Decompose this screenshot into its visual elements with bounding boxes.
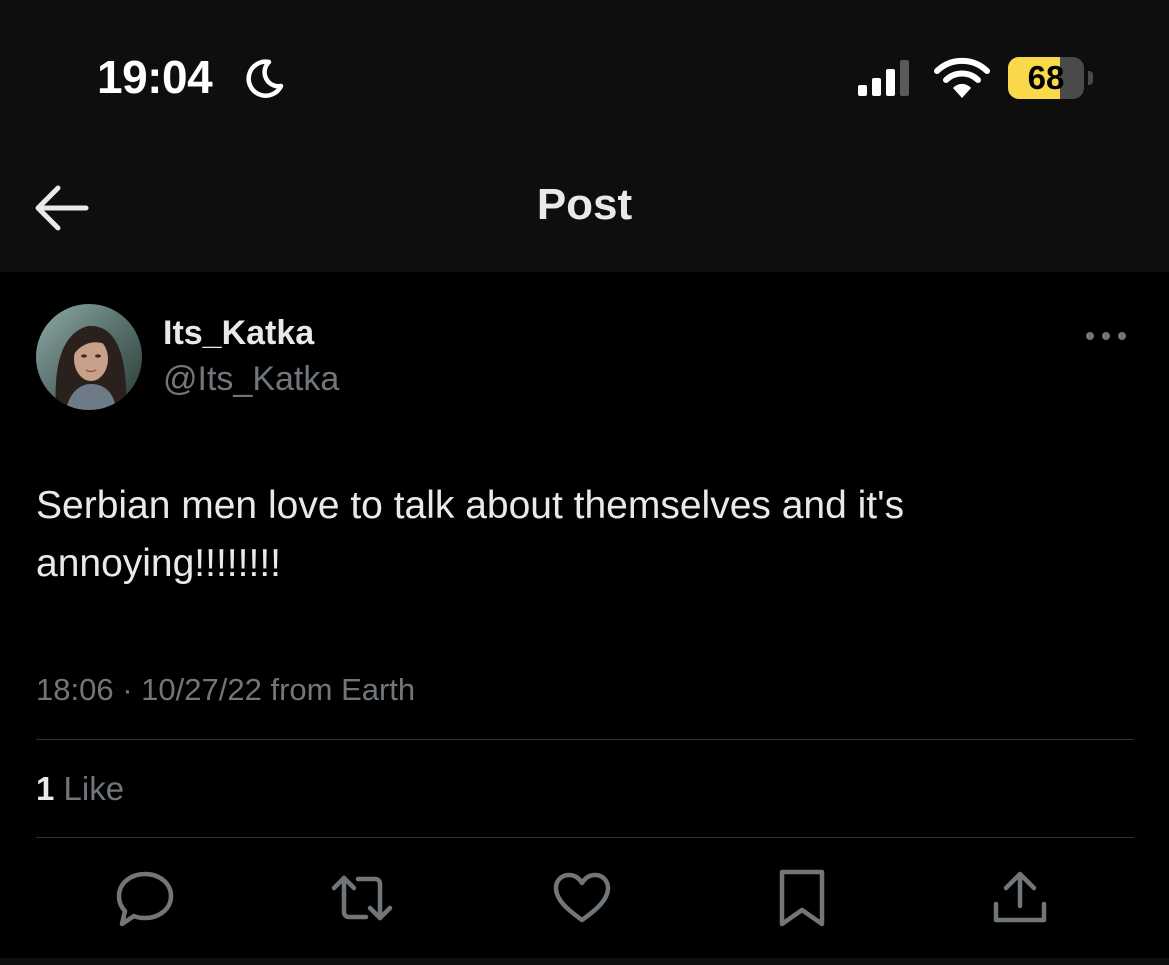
more-options-icon[interactable] [1080, 322, 1132, 350]
likes-label: Like [63, 770, 125, 807]
post-text: Serbian men love to talk about themselve… [36, 484, 905, 585]
likes-count-link[interactable]: 1 Like [36, 770, 124, 808]
avatar[interactable] [36, 304, 142, 410]
reply-icon[interactable] [113, 866, 177, 930]
divider [36, 739, 1134, 740]
cellular-signal-icon [858, 60, 909, 96]
battery-percentage: 68 [1027, 59, 1065, 96]
post-source: from Earth [270, 672, 416, 707]
moon-icon [246, 59, 284, 98]
repost-icon[interactable] [330, 866, 394, 930]
share-icon[interactable] [988, 866, 1052, 930]
status-time: 19:04 [97, 51, 213, 103]
page-title: Post [536, 180, 633, 229]
wifi-icon [934, 57, 990, 98]
post-date[interactable]: 10/27/22 [141, 672, 262, 707]
top-bar [0, 0, 1169, 272]
bookmark-icon[interactable] [770, 866, 834, 930]
post-metadata: 18:06 · 10/27/22 from Earth [36, 672, 415, 708]
bottom-bar [0, 958, 1169, 965]
battery-icon: 68 [1008, 57, 1093, 99]
divider [36, 837, 1134, 838]
battery-nub [1088, 71, 1093, 85]
post-time[interactable]: 18:06 [36, 672, 114, 707]
like-icon[interactable] [550, 866, 614, 930]
author-handle[interactable]: @Its_Katka [163, 360, 339, 399]
likes-count: 1 [36, 770, 55, 807]
author-display-name[interactable]: Its_Katka [163, 314, 314, 353]
battery-body: 68 [1008, 57, 1084, 99]
meta-separator: · [122, 672, 133, 707]
